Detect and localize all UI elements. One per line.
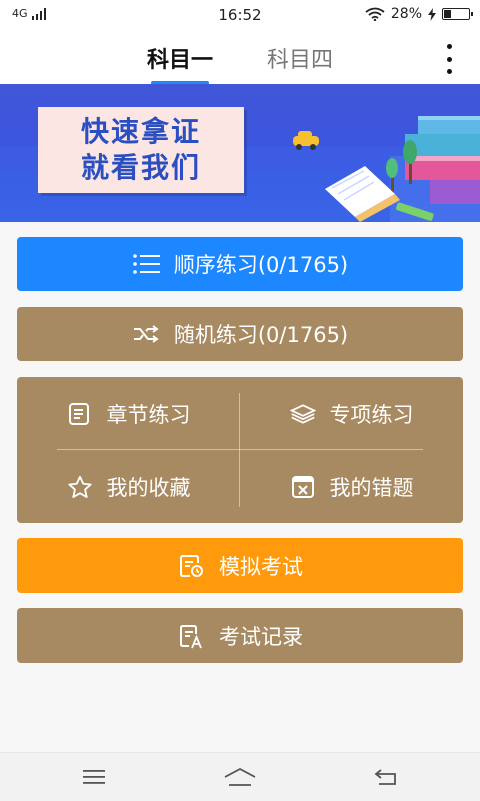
favorites-label: 我的收藏: [106, 475, 191, 500]
back-icon[interactable]: [366, 763, 406, 791]
exam-records-button[interactable]: 考试记录: [17, 608, 463, 663]
banner-slogan-card: 快速拿证 就看我们: [38, 107, 244, 193]
sequential-practice-button[interactable]: 顺序练习(0/1765): [17, 237, 463, 291]
wifi-icon: [365, 7, 385, 21]
promo-banner[interactable]: 快速拿证 就看我们: [0, 84, 480, 222]
mistakes-button[interactable]: 我的错题: [240, 450, 463, 523]
header: 科目一 科目四: [0, 32, 480, 84]
chapter-practice-button[interactable]: 章节练习: [17, 377, 240, 450]
random-practice-button[interactable]: 随机练习(0/1765): [17, 307, 463, 361]
charging-icon: [428, 7, 436, 21]
mistakes-label: 我的错题: [329, 475, 414, 500]
banner-slogan-line2: 就看我们: [80, 151, 201, 184]
exam-clock-icon: [177, 552, 205, 580]
mock-exam-label: 模拟考试: [219, 554, 303, 579]
notebook-icon: [67, 401, 93, 427]
status-bar: 4G 16:52 28%: [0, 0, 480, 32]
wrong-answers-icon: [290, 474, 316, 500]
chapter-practice-label: 章节练习: [106, 402, 191, 427]
status-right: 28%: [365, 6, 473, 22]
subject-tabs: 科目一 科目四: [0, 42, 480, 83]
system-nav-bar: [0, 752, 480, 801]
battery-percent: 28%: [390, 6, 422, 22]
special-practice-label: 专项练习: [329, 402, 414, 427]
mock-exam-button[interactable]: 模拟考试: [17, 538, 463, 593]
tab-subject-one[interactable]: 科目一: [147, 42, 213, 83]
menu-icon[interactable]: [74, 763, 114, 791]
shuffle-icon: [132, 320, 160, 348]
tab-subject-four[interactable]: 科目四: [267, 42, 333, 83]
special-practice-button[interactable]: 专项练习: [240, 377, 463, 450]
exam-records-label: 考试记录: [219, 624, 303, 649]
practice-grid: 章节练习 专项练习 我的收藏 我的错题: [17, 377, 463, 523]
random-practice-label: 随机练习(0/1765): [173, 323, 349, 347]
banner-slogan-line1: 快速拿证: [80, 115, 201, 148]
star-icon: [67, 474, 93, 500]
layers-icon: [289, 401, 316, 427]
battery-icon: [442, 8, 473, 20]
list-icon: [132, 250, 160, 278]
more-vertical-icon[interactable]: [444, 44, 454, 74]
sequential-practice-label: 顺序练习(0/1765): [173, 253, 349, 277]
exam-record-icon: [177, 622, 205, 650]
favorites-button[interactable]: 我的收藏: [17, 450, 240, 523]
home-icon[interactable]: [220, 763, 260, 791]
